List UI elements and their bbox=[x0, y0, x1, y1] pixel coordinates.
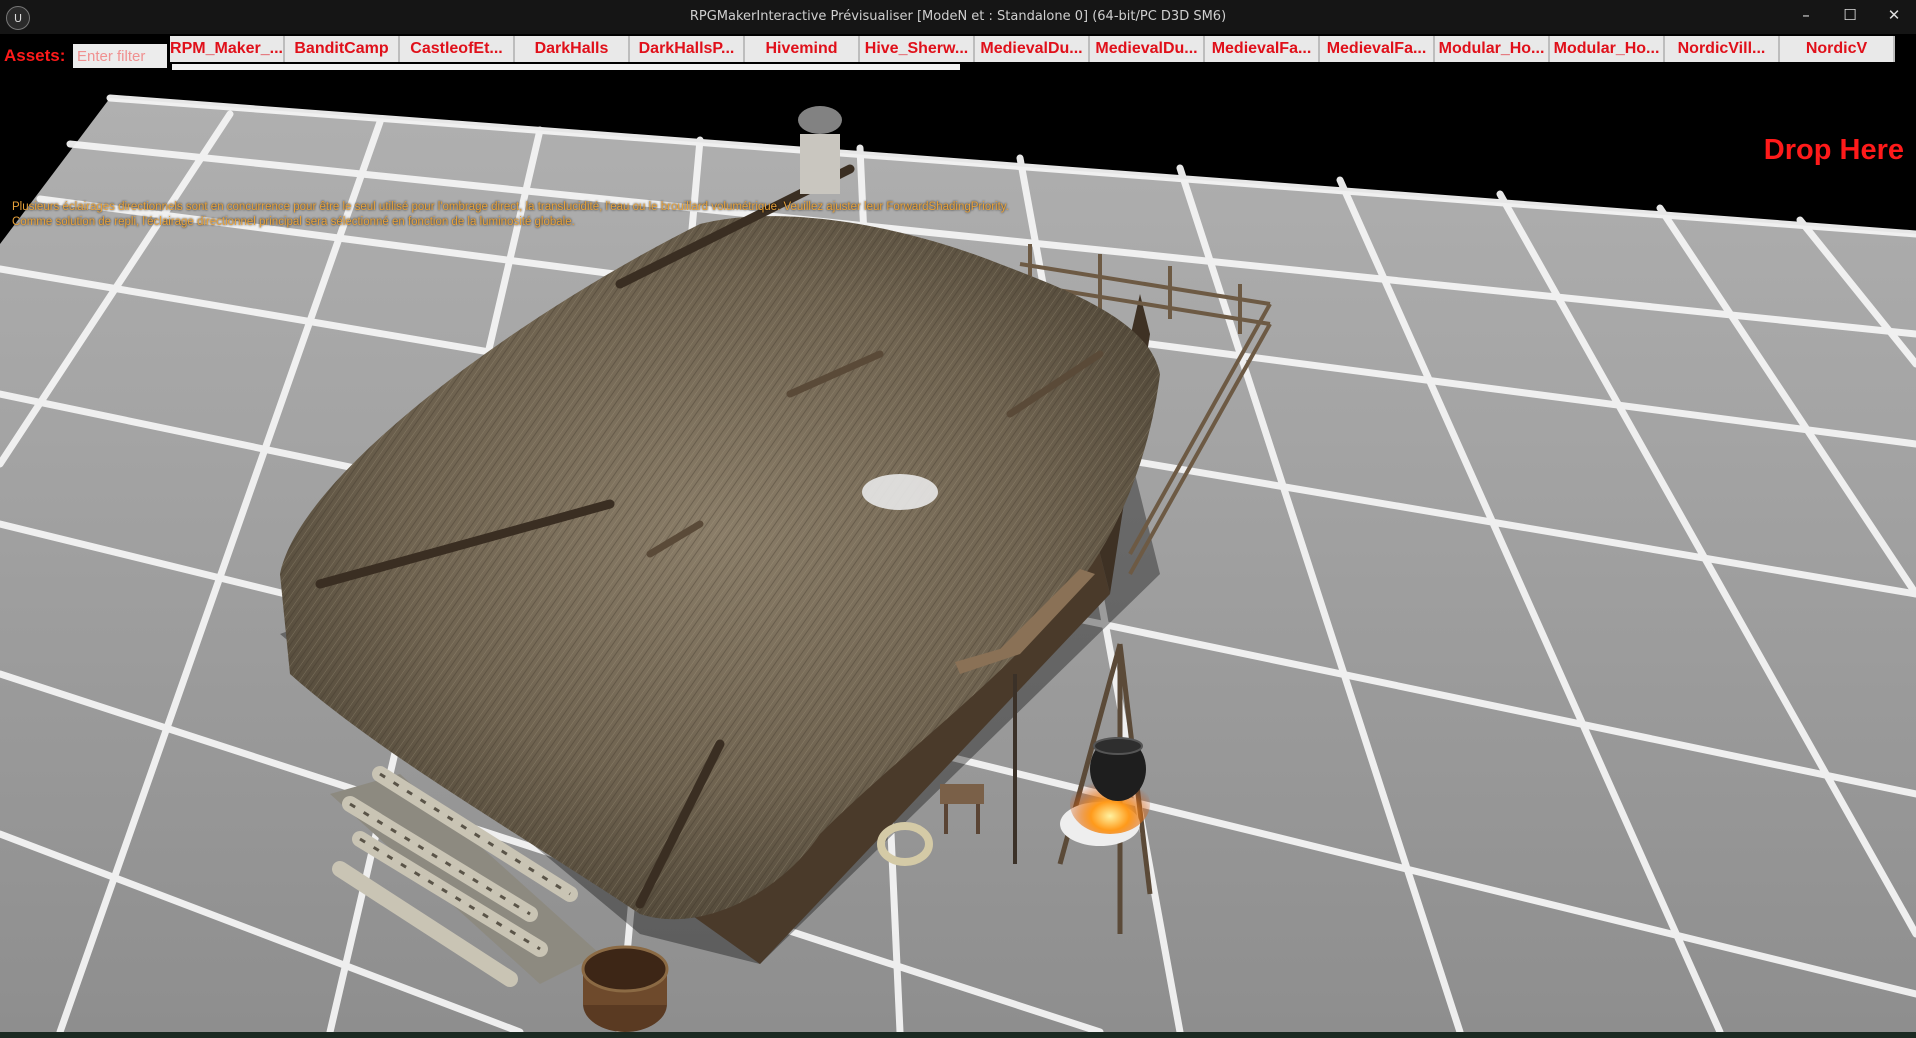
close-button[interactable]: ✕ bbox=[1872, 0, 1916, 30]
asset-tab[interactable]: MedievalDu... bbox=[975, 36, 1090, 62]
asset-tab[interactable]: Hivemind bbox=[745, 36, 860, 62]
minimize-button[interactable]: – bbox=[1784, 0, 1828, 30]
asset-filter-input[interactable] bbox=[73, 44, 167, 68]
window-bottom-edge bbox=[0, 1032, 1916, 1038]
window-title: RPGMakerInteractive Prévisualiser [ModeN… bbox=[689, 9, 1227, 24]
game-viewport[interactable]: Plusieurs éclairages directionnels sont … bbox=[0, 34, 1916, 1032]
asset-tab[interactable]: Hive_Sherw... bbox=[860, 36, 975, 62]
asset-tab[interactable]: MedievalDu... bbox=[1090, 36, 1205, 62]
asset-tab[interactable]: BanditCamp bbox=[285, 36, 400, 62]
asset-tab[interactable]: DarkHalls bbox=[515, 36, 630, 62]
asset-tab[interactable]: MedievalFa... bbox=[1320, 36, 1435, 62]
asset-tab[interactable]: RPM_Maker_... bbox=[170, 36, 285, 62]
asset-tab[interactable]: MedievalFa... bbox=[1205, 36, 1320, 62]
maximize-button[interactable]: ☐ bbox=[1828, 0, 1872, 30]
asset-tab[interactable]: DarkHallsP... bbox=[630, 36, 745, 62]
asset-tab[interactable]: NordicV bbox=[1780, 36, 1895, 62]
asset-tab[interactable]: Modular_Ho... bbox=[1550, 36, 1665, 62]
window-titlebar: U RPGMakerInteractive Prévisualiser [Mod… bbox=[0, 0, 1916, 34]
asset-tabs: RPM_Maker_... BanditCamp CastleofEt... D… bbox=[170, 36, 1916, 62]
asset-tab[interactable]: Modular_Ho... bbox=[1435, 36, 1550, 62]
scene-render bbox=[0, 94, 1916, 1032]
warning-line-1: Plusieurs éclairages directionnels sont … bbox=[12, 201, 1009, 213]
lighting-warning: Plusieurs éclairages directionnels sont … bbox=[12, 200, 1009, 230]
asset-tab[interactable]: NordicVill... bbox=[1665, 36, 1780, 62]
warning-line-2: Comme solution de repli, l'éclairage dir… bbox=[12, 216, 575, 228]
drop-here-label[interactable]: Drop Here bbox=[1764, 134, 1904, 167]
assets-label: Assets: bbox=[4, 46, 66, 65]
assets-scrollbar[interactable] bbox=[172, 64, 960, 70]
asset-tab[interactable]: CastleofEt... bbox=[400, 36, 515, 62]
